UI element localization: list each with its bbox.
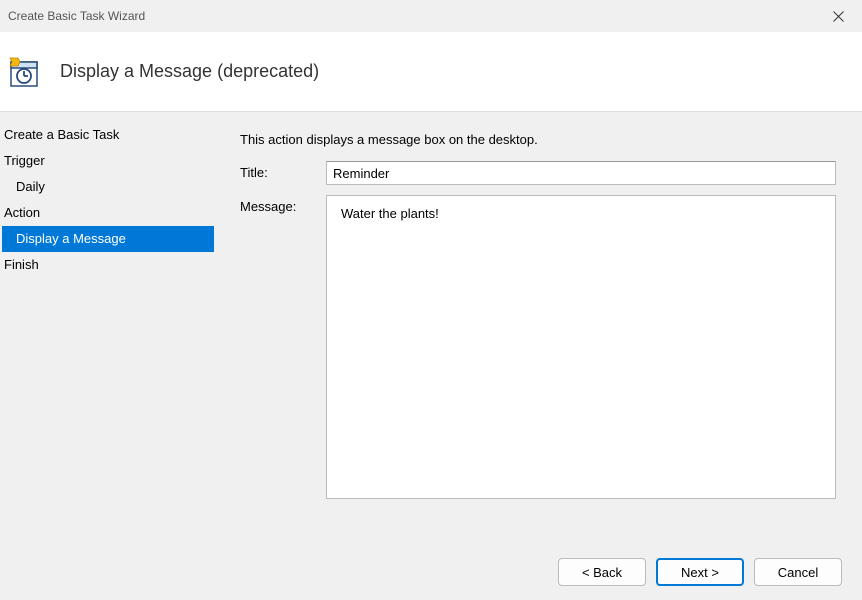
title-label: Title: bbox=[240, 161, 326, 180]
button-row: < Back Next > Cancel bbox=[558, 558, 842, 586]
sidebar-item-trigger[interactable]: Trigger bbox=[0, 148, 240, 174]
window-title: Create Basic Task Wizard bbox=[8, 9, 145, 23]
clock-task-icon bbox=[8, 56, 40, 88]
sidebar-item-action[interactable]: Action bbox=[0, 200, 240, 226]
title-row: Title: bbox=[240, 161, 836, 185]
back-button[interactable]: < Back bbox=[558, 558, 646, 586]
message-textarea[interactable] bbox=[326, 195, 836, 499]
message-label: Message: bbox=[240, 195, 326, 214]
title-input[interactable] bbox=[326, 161, 836, 185]
cancel-button[interactable]: Cancel bbox=[754, 558, 842, 586]
wizard-header: Display a Message (deprecated) bbox=[0, 32, 862, 112]
page-title: Display a Message (deprecated) bbox=[60, 61, 319, 82]
sidebar-item-finish[interactable]: Finish bbox=[0, 252, 240, 278]
sidebar-item-daily[interactable]: Daily bbox=[0, 174, 240, 200]
sidebar-item-display-message[interactable]: Display a Message bbox=[2, 226, 214, 252]
main-panel: This action displays a message box on th… bbox=[240, 112, 862, 550]
description-text: This action displays a message box on th… bbox=[240, 132, 836, 147]
close-button[interactable] bbox=[818, 2, 858, 30]
message-row: Message: bbox=[240, 195, 836, 499]
next-button[interactable]: Next > bbox=[656, 558, 744, 586]
wizard-body: Create a Basic Task Trigger Daily Action… bbox=[0, 112, 862, 550]
wizard-sidebar: Create a Basic Task Trigger Daily Action… bbox=[0, 112, 240, 550]
sidebar-item-create[interactable]: Create a Basic Task bbox=[0, 122, 240, 148]
close-icon bbox=[833, 11, 844, 22]
titlebar: Create Basic Task Wizard bbox=[0, 0, 862, 32]
